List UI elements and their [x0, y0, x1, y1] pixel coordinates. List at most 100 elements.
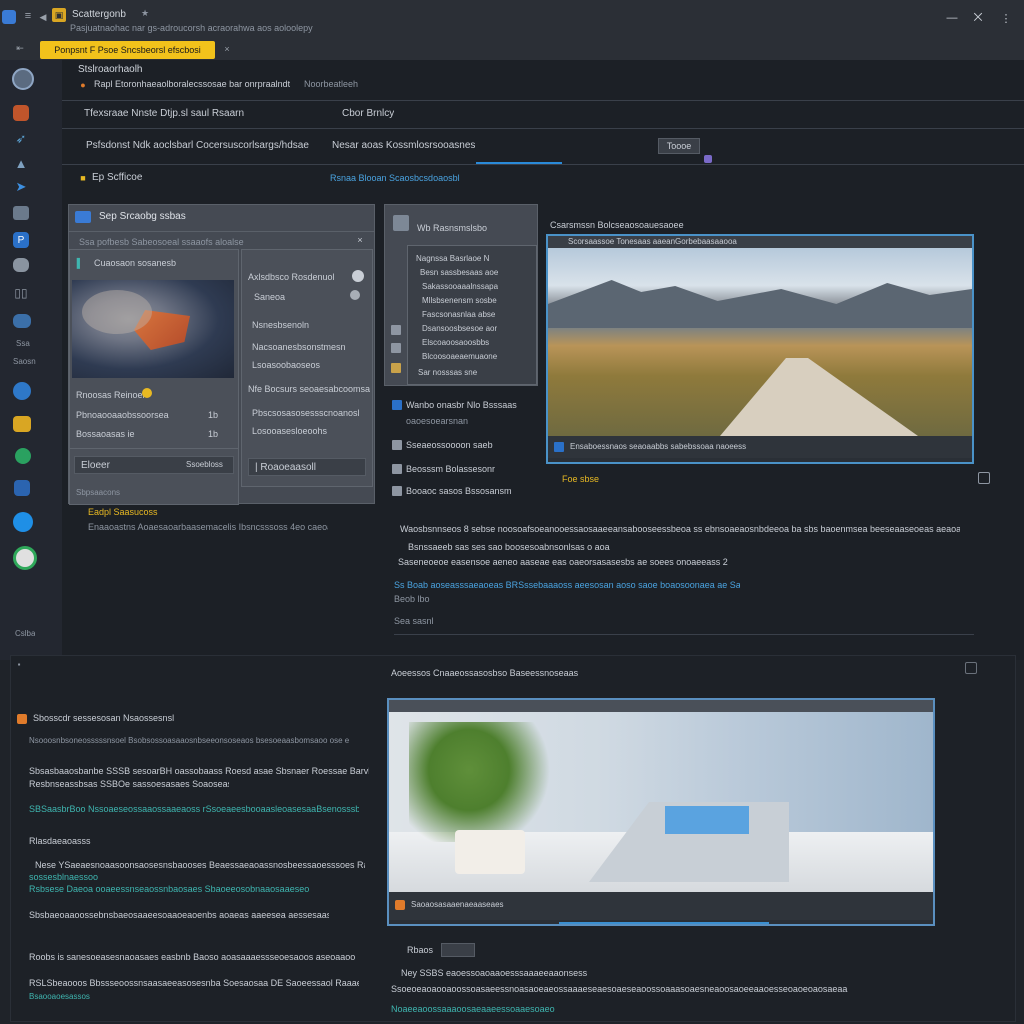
card-1-caption: Rnoosas Reinoer: [76, 390, 146, 400]
group-link[interactable]: Rsnaa Blooan Scaosbcsdoaosbl: [330, 173, 460, 183]
side-item-1[interactable]: Saneoa: [254, 292, 285, 302]
divider: [70, 448, 238, 449]
user-icon[interactable]: [352, 270, 364, 282]
card-2: Wb Rasnsmslsbo Nagnssa Basrlaoe N Besn s…: [384, 204, 538, 386]
rail-label-1: Ssa: [16, 339, 30, 348]
info-icon[interactable]: [704, 155, 712, 163]
bird-icon[interactable]: ➶: [13, 131, 29, 146]
cloud-icon[interactable]: [13, 258, 29, 272]
card-2-sub-item[interactable]: Sar nosssas sne: [418, 368, 477, 377]
bottom-line-11[interactable]: Bsaooaoesassos: [29, 992, 90, 1001]
close-icon[interactable]: ⨉: [972, 12, 984, 24]
side-button[interactable]: | Roaoeaasoll: [248, 458, 366, 476]
card-2-item-2[interactable]: Sakassooaaalnssapa: [422, 282, 498, 291]
under-line-3[interactable]: Noaeeaoossaaaoosaeaaeessoaaesoaeo: [391, 1004, 555, 1014]
leaf-icon[interactable]: [15, 448, 31, 464]
browser-icon[interactable]: [13, 512, 33, 532]
tab-active-label: Ponpsnt F Psoe Sncsbeorsl efscbosi: [54, 45, 201, 55]
card-1-meta2-num: 1b: [208, 429, 219, 439]
folder-icon[interactable]: ▣: [52, 8, 66, 22]
rail-label-3: Cslba: [15, 629, 36, 638]
card-1-list: ▌ Cuaosaon sosanesb Rnoosas Reinoer Pbno…: [69, 249, 239, 505]
chrome-icon[interactable]: [13, 546, 37, 570]
arrow-icon[interactable]: ➤: [13, 179, 29, 194]
plant-leaves: [409, 722, 559, 842]
drive-icon[interactable]: [13, 206, 29, 220]
tab-close-icon[interactable]: ×: [222, 44, 232, 54]
side-item-7[interactable]: Losooasesloeoohs: [252, 426, 327, 436]
card-2-item-6[interactable]: Elscoaoosaoosbbs: [422, 338, 489, 347]
bottom-right-icon[interactable]: [965, 662, 977, 674]
card-2-item-1[interactable]: Besn sassbesaas aoe: [420, 268, 498, 277]
bottom-panel: ▪ Sbosscdr sessesosan Nsaossesnsl Nsooos…: [10, 655, 1016, 1022]
divider: [62, 164, 1024, 165]
bottom-line-3[interactable]: SBSaasbrBoo Nssoaeseossaaossaaeaoss rSso…: [29, 804, 359, 814]
row1-left[interactable]: Tfexsraae Nnste Dtjp.sl saul Rsaarn: [84, 108, 244, 119]
paragraph-line-4[interactable]: Ss Boab aoseasssaeaoeas BRSssebaaaoss ae…: [394, 580, 740, 590]
card-2-row-b[interactable]: Beosssm Bolassesonr: [406, 464, 495, 474]
side-item-3[interactable]: Nacsoanesbsonstmesn: [252, 342, 346, 352]
card-2-row-c[interactable]: Booaoc sasos Bssosansm: [406, 486, 512, 496]
bottom-line-0: Nsooosnbsoneosssssnsoel Bsobsossoasaaosn…: [29, 736, 349, 745]
chart-icon[interactable]: ▲: [13, 156, 29, 171]
bottom-line-6[interactable]: sossesblnaessoo: [29, 872, 98, 882]
tab-active[interactable]: Ponpsnt F Psoe Sncsbeorsl efscbosi: [40, 41, 215, 59]
photos-icon[interactable]: [13, 416, 31, 432]
card-1-meta1-num: 1b: [208, 410, 219, 420]
book-icon[interactable]: ▯▯: [13, 286, 29, 300]
abstract-cloud: [82, 290, 152, 334]
row2-right[interactable]: Nesar aoas Kossmlosrsooasnes: [332, 140, 475, 151]
minimize-icon[interactable]: —: [946, 12, 958, 24]
file-icon: [391, 343, 401, 353]
card-2-item-0[interactable]: Nagnssa Basrlaoe N: [416, 254, 489, 263]
under-button[interactable]: [441, 943, 475, 957]
side-item-2[interactable]: Nsnesbsenoln: [252, 320, 309, 330]
more-icon[interactable]: ⋮: [1000, 12, 1012, 25]
side-item-6[interactable]: Pbscsosasosessscnoanosl: [252, 408, 368, 418]
viewer-toolbar: Scorsaassoe Tonesaas aaeanGorbebaasaaooa: [548, 236, 972, 248]
menu-icon[interactable]: ≡: [22, 10, 34, 22]
bottom-image-icon: [17, 714, 27, 724]
card-1-icon: [75, 211, 91, 223]
paragraph-line-2: Bsnssaeeb sas ses sao boosesoabnsonlsas …: [408, 542, 610, 552]
badge-icon: [142, 388, 152, 398]
card-1-item[interactable]: Cuaosaon sosanesb: [94, 258, 176, 268]
card-2-item-4[interactable]: Fascsonasnlaa abse: [422, 310, 495, 319]
side-item-4[interactable]: Lsoasoobaoseos: [252, 360, 320, 370]
bottom-line-10: RSLSbeaooos Bbssseoossnsaasaeeasosesnba …: [29, 978, 359, 988]
row2-left[interactable]: Psfsdonst Ndk aoclsbarl Cocersuscorlsarg…: [86, 140, 309, 151]
paragraph-line-5: Beob lbo: [394, 594, 430, 604]
divider: [62, 100, 1024, 101]
disc-icon[interactable]: [12, 68, 34, 90]
image-caption-bar: Saoaosasaaenaeaaseaes: [389, 892, 933, 920]
card-2-item-7[interactable]: Blcoosoaeaemuaone: [422, 352, 497, 361]
bottom-left-icon: ▪: [17, 659, 21, 669]
p-logo-icon[interactable]: P: [13, 232, 29, 248]
star-icon[interactable]: ★: [140, 8, 150, 18]
row2-button[interactable]: Toooe: [658, 138, 700, 154]
globe-icon[interactable]: [13, 382, 31, 400]
bottom-line-7[interactable]: Rsbsese Daeoa ooaeessnseaossnbaosaes Sba…: [29, 884, 309, 894]
side-item-5[interactable]: Nfe Bocsurs seoaesabcoomsaee: [248, 384, 370, 394]
card-2-list: Nagnssa Basrlaoe N Besn sassbesaas aoe S…: [407, 245, 537, 385]
card-2-item-5[interactable]: Dsansoosbsesoe aor: [422, 324, 497, 333]
warning-icon: ●: [80, 80, 86, 90]
settings-icon[interactable]: [350, 290, 360, 300]
side-item-0[interactable]: Axlsdbsco Rosdenuol: [248, 272, 335, 282]
row1-right[interactable]: Cbor Brnlcy: [342, 108, 394, 119]
card-1-close-icon[interactable]: ×: [355, 235, 365, 245]
image-icon[interactable]: [13, 314, 31, 328]
paragraph-line-1: Waosbsnnseos 8 sebse noosoafsoeanooessao…: [400, 524, 960, 534]
divider: [62, 128, 1024, 129]
sidebar-toggle-icon[interactable]: ⇤: [14, 42, 26, 54]
card-1-path: Ssa pofbesb Sabeosoeal ssaaofs aloalse: [79, 237, 244, 247]
expand-icon[interactable]: [978, 472, 990, 484]
game-icon[interactable]: [13, 105, 29, 121]
back-icon[interactable]: ◀: [38, 12, 48, 22]
app-icon: [2, 10, 16, 24]
divider: [394, 634, 974, 635]
shield-icon[interactable]: [14, 480, 30, 496]
rail-label-2: Saosn: [13, 357, 36, 366]
card-2-row-a[interactable]: Sseaeossoooon saeb: [406, 440, 493, 450]
card-2-item-3[interactable]: Mllsbsenensm sosbe: [422, 296, 497, 305]
